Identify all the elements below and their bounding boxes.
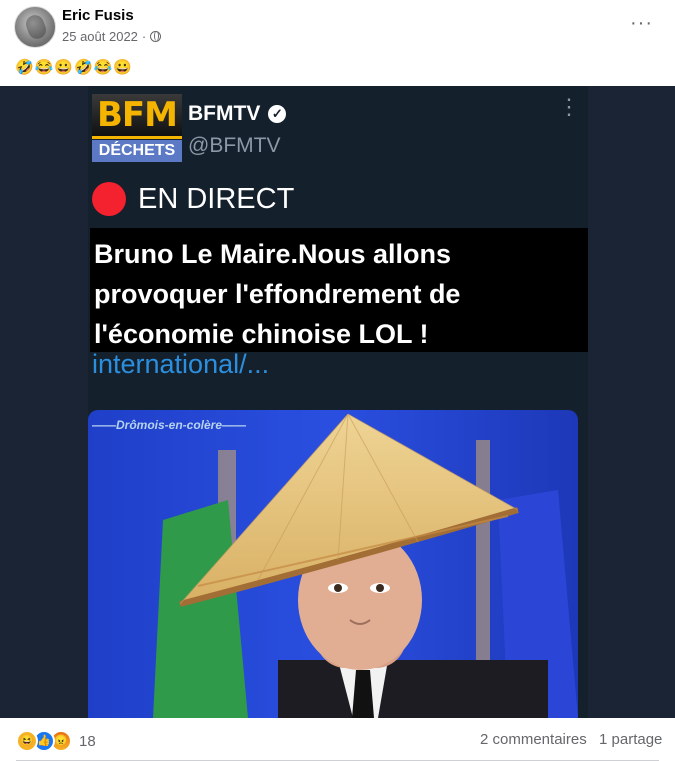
minister-photo (88, 410, 578, 718)
author-name[interactable]: Eric Fusis (62, 7, 134, 24)
author-avatar[interactable] (14, 6, 56, 48)
headline-text: Bruno Le Maire.Nous allons provoquer l'e… (94, 239, 461, 349)
globe-icon (150, 31, 162, 42)
watermark-text: ——Drômois-en-colère—— (92, 418, 247, 432)
kebab-menu-icon: ⋮ (558, 94, 580, 119)
reactions-summary[interactable]: 😆 👍 😠 18 (16, 730, 96, 752)
channel-name-text: BFMTV (188, 102, 261, 125)
reaction-count: 18 (79, 732, 96, 750)
live-indicator: EN DIRECT (92, 182, 294, 216)
verified-icon: ✓ (268, 105, 287, 123)
post-caption: 🤣😂😀🤣😂😀 (15, 59, 134, 76)
post-meta: 25 août 2022 · (62, 29, 162, 44)
bfm-logo-bottom: DÉCHETS (92, 140, 182, 162)
photo-illustration (88, 410, 578, 718)
channel-name: BFMTV ✓ (188, 102, 287, 126)
live-label: EN DIRECT (138, 182, 295, 215)
tweet-screenshot: BFM DÉCHETS BFMTV ✓ @BFMTV ⋮ EN DIRECT B… (88, 86, 588, 718)
more-options-button[interactable]: ··· (630, 12, 653, 35)
bfm-logo-top: BFM (92, 94, 182, 139)
post-footer: 😆 👍 😠 18 2 commentaires 1 partage (0, 718, 675, 761)
post-image[interactable]: BFM DÉCHETS BFMTV ✓ @BFMTV ⋮ EN DIRECT B… (0, 86, 675, 718)
live-dot-icon (92, 182, 126, 216)
shares-link[interactable]: 1 partage (599, 731, 662, 748)
haha-icon: 😆 (16, 730, 38, 752)
post-header: Eric Fusis 25 août 2022 · ··· 🤣😂😀🤣😂😀 (0, 0, 675, 86)
meta-separator: · (141, 29, 147, 44)
article-link-text: international/... (92, 349, 270, 379)
channel-handle: @BFMTV (188, 134, 281, 157)
bfm-logo: BFM DÉCHETS (92, 94, 182, 162)
post-date[interactable]: 25 août 2022 (62, 29, 138, 44)
comments-link[interactable]: 2 commentaires (480, 731, 587, 748)
